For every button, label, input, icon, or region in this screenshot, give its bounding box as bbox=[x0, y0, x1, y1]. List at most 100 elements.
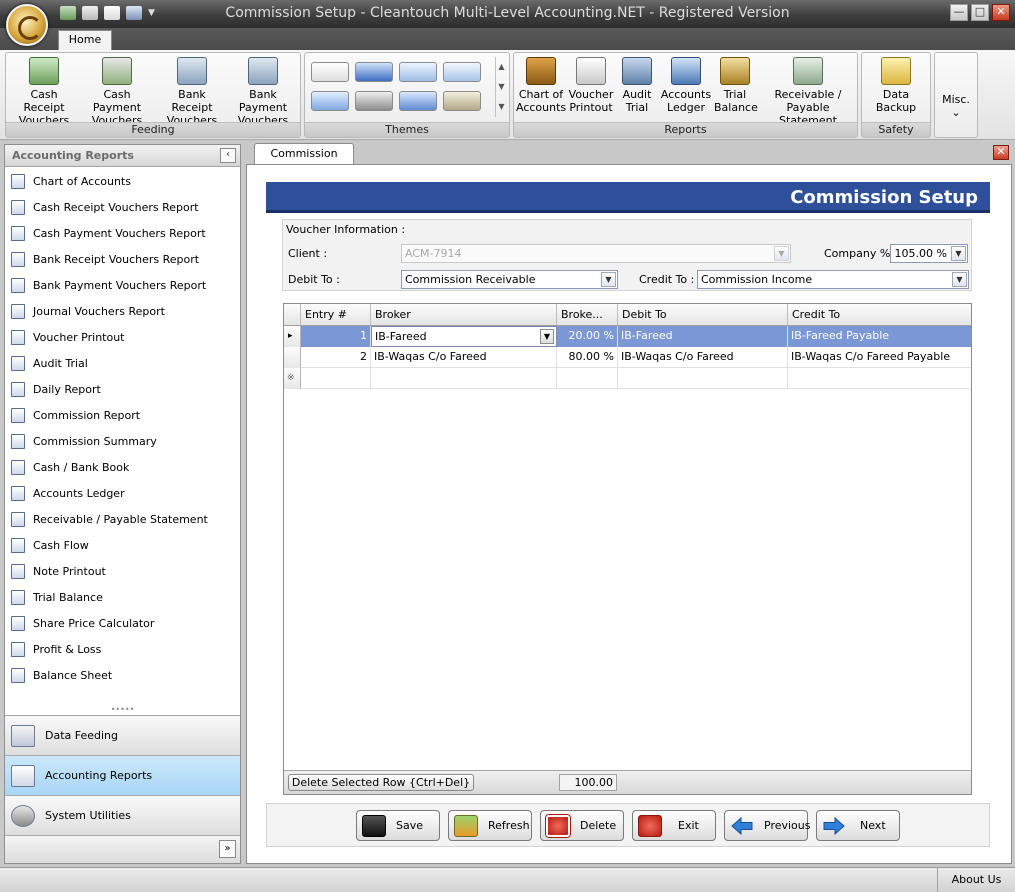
theme-swatch-4[interactable] bbox=[443, 62, 481, 82]
theme-swatch-6[interactable] bbox=[355, 91, 393, 111]
report-item-balance-sheet[interactable]: Balance Sheet bbox=[11, 665, 112, 685]
new-row-icon[interactable]: ※ bbox=[284, 368, 301, 389]
delete-selected-row-button[interactable]: Delete Selected Row {Ctrl+Del} bbox=[288, 774, 474, 791]
report-icon bbox=[11, 485, 25, 501]
report-item-commission-summary[interactable]: Commission Summary bbox=[11, 431, 157, 451]
cell-debit-to[interactable]: IB-Waqas C/o Fareed bbox=[618, 347, 788, 368]
app-menu-icon[interactable] bbox=[6, 4, 48, 46]
collapse-pane-button[interactable]: ‹ bbox=[220, 148, 236, 163]
column-header-broker-pct[interactable]: Broke... bbox=[557, 304, 618, 325]
theme-swatch-5[interactable] bbox=[311, 91, 349, 111]
close-document-button[interactable]: ✕ bbox=[993, 145, 1009, 160]
chart-of-accounts-button[interactable]: Chart of Accounts bbox=[516, 57, 566, 114]
cell-entry[interactable]: 1 bbox=[301, 326, 371, 347]
theme-swatch-2[interactable] bbox=[355, 62, 393, 82]
column-header-credit-to[interactable]: Credit To bbox=[788, 304, 971, 325]
close-window-button[interactable]: ✕ bbox=[992, 4, 1010, 21]
maximize-button[interactable]: □ bbox=[971, 4, 989, 21]
table-row[interactable]: 2 IB-Waqas C/o Fareed 80.00 % IB-Waqas C… bbox=[284, 347, 971, 368]
cash-receipt-vouchers-button[interactable]: Cash Receipt Vouchers bbox=[9, 57, 79, 127]
column-header-broker[interactable]: Broker bbox=[371, 304, 557, 325]
minimize-button[interactable]: — bbox=[950, 4, 968, 21]
cell-credit-to[interactable]: IB-Waqas C/o Fareed Payable bbox=[788, 347, 971, 368]
theme-swatch-3[interactable] bbox=[399, 62, 437, 82]
report-item-share-price-calculator[interactable]: Share Price Calculator bbox=[11, 613, 154, 633]
report-item-receivable-payable-statement[interactable]: Receivable / Payable Statement bbox=[11, 509, 208, 529]
cash-payment-vouchers-button[interactable]: Cash Payment Vouchers bbox=[80, 57, 154, 127]
cell-debit-to[interactable]: IB-Fareed bbox=[618, 326, 788, 347]
report-item-accounts-ledger[interactable]: Accounts Ledger bbox=[11, 483, 125, 503]
report-item-journal-vouchers[interactable]: Journal Vouchers Report bbox=[11, 301, 165, 321]
bank-receipt-vouchers-button[interactable]: Bank Receipt Vouchers bbox=[157, 57, 227, 127]
exit-button[interactable]: Exit bbox=[632, 810, 716, 841]
nav-data-feeding[interactable]: Data Feeding bbox=[5, 715, 240, 755]
row-selector-icon[interactable]: ▸ bbox=[284, 326, 301, 347]
column-header-debit-to[interactable]: Debit To bbox=[618, 304, 788, 325]
bank-payment-vouchers-button[interactable]: Bank Payment Vouchers bbox=[227, 57, 299, 127]
theme-swatch-7[interactable] bbox=[399, 91, 437, 111]
trial-balance-button[interactable]: Trial Balance bbox=[714, 57, 758, 114]
cell-broker-pct[interactable] bbox=[557, 368, 618, 389]
data-backup-button[interactable]: Data Backup bbox=[864, 57, 928, 114]
report-item-cash-payment-vouchers[interactable]: Cash Payment Vouchers Report bbox=[11, 223, 206, 243]
report-item-cash-receipt-vouchers[interactable]: Cash Receipt Vouchers Report bbox=[11, 197, 199, 217]
cell-entry[interactable]: 2 bbox=[301, 347, 371, 368]
cell-broker-pct[interactable]: 20.00 % bbox=[557, 326, 618, 347]
receivable-payable-statement-button[interactable]: Receivable / Payable Statement bbox=[760, 57, 856, 127]
table-row[interactable]: ▸ 1 IB-Fareed ▼ 20.00 % IB-Fareed IB-Far… bbox=[284, 326, 971, 347]
cell-entry[interactable] bbox=[301, 368, 371, 389]
cell-broker-pct[interactable]: 80.00 % bbox=[557, 347, 618, 368]
voucher-printout-button[interactable]: Voucher Printout bbox=[568, 57, 614, 114]
chevron-down-icon[interactable]: ▼ bbox=[540, 329, 554, 344]
report-item-bank-payment-vouchers[interactable]: Bank Payment Vouchers Report bbox=[11, 275, 206, 295]
nav-accounting-reports[interactable]: Accounting Reports bbox=[5, 755, 240, 795]
chevron-down-icon[interactable]: ▼ bbox=[601, 272, 616, 287]
audit-trial-button[interactable]: Audit Trial bbox=[617, 57, 657, 114]
report-item-voucher-printout[interactable]: Voucher Printout bbox=[11, 327, 125, 347]
tab-commission-setup[interactable]: Commission Setup bbox=[254, 143, 354, 180]
previous-button[interactable]: Previous bbox=[724, 810, 811, 841]
more-options-button[interactable]: » bbox=[219, 840, 236, 858]
report-item-cash-flow[interactable]: Cash Flow bbox=[11, 535, 89, 555]
cell-broker[interactable]: IB-Fareed ▼ bbox=[371, 326, 557, 347]
delete-button[interactable]: Delete bbox=[540, 810, 624, 841]
credit-to-field[interactable]: Commission Income ▼ bbox=[697, 270, 969, 289]
report-icon bbox=[11, 667, 25, 683]
theme-swatch-8[interactable] bbox=[443, 91, 481, 111]
tab-home[interactable]: Home bbox=[58, 30, 112, 50]
report-item-note-printout[interactable]: Note Printout bbox=[11, 561, 106, 581]
pane-splitter[interactable]: ••••• bbox=[5, 706, 240, 714]
report-item-bank-receipt-vouchers[interactable]: Bank Receipt Vouchers Report bbox=[11, 249, 199, 269]
theme-swatch-1[interactable] bbox=[311, 62, 349, 82]
cell-credit-to[interactable] bbox=[788, 368, 971, 389]
save-button[interactable]: Save bbox=[356, 810, 440, 841]
report-item-cash-bank-book[interactable]: Cash / Bank Book bbox=[11, 457, 129, 477]
chevron-down-icon[interactable]: ▼ bbox=[952, 272, 967, 287]
refresh-button[interactable]: Refresh bbox=[448, 810, 532, 841]
cell-broker[interactable]: IB-Waqas C/o Fareed bbox=[371, 347, 557, 368]
report-item-audit-trial[interactable]: Audit Trial bbox=[11, 353, 88, 373]
new-row[interactable]: ※ bbox=[284, 368, 971, 389]
next-button[interactable]: Next bbox=[816, 810, 900, 841]
cell-credit-to[interactable]: IB-Fareed Payable bbox=[788, 326, 971, 347]
themes-scroll[interactable]: ▲ ▼ ▼ bbox=[495, 57, 507, 117]
debit-to-field[interactable]: Commission Receivable ▼ bbox=[401, 270, 618, 289]
row-selector[interactable] bbox=[284, 347, 301, 368]
report-item-daily-report[interactable]: Daily Report bbox=[11, 379, 101, 399]
cell-broker[interactable] bbox=[371, 368, 557, 389]
misc-button[interactable]: Misc. ⌄ bbox=[937, 93, 975, 119]
group-label-reports: Reports bbox=[514, 122, 857, 137]
accounts-ledger-button[interactable]: Accounts Ledger bbox=[660, 57, 712, 114]
nav-system-utilities[interactable]: System Utilities bbox=[5, 795, 240, 835]
tools-icon bbox=[11, 804, 35, 827]
report-item-trial-balance[interactable]: Trial Balance bbox=[11, 587, 103, 607]
about-us-button[interactable]: About Us bbox=[937, 868, 1015, 892]
chevron-down-icon[interactable]: ▼ bbox=[951, 246, 966, 261]
cell-debit-to[interactable] bbox=[618, 368, 788, 389]
calculator-icon bbox=[11, 615, 25, 631]
report-item-profit-loss[interactable]: Profit & Loss bbox=[11, 639, 101, 659]
report-item-chart-of-accounts[interactable]: Chart of Accounts bbox=[11, 171, 131, 191]
column-header-entry[interactable]: Entry # bbox=[301, 304, 371, 325]
company-pct-field[interactable]: 105.00 % ▼ bbox=[890, 244, 968, 263]
report-item-commission-report[interactable]: Commission Report bbox=[11, 405, 140, 425]
